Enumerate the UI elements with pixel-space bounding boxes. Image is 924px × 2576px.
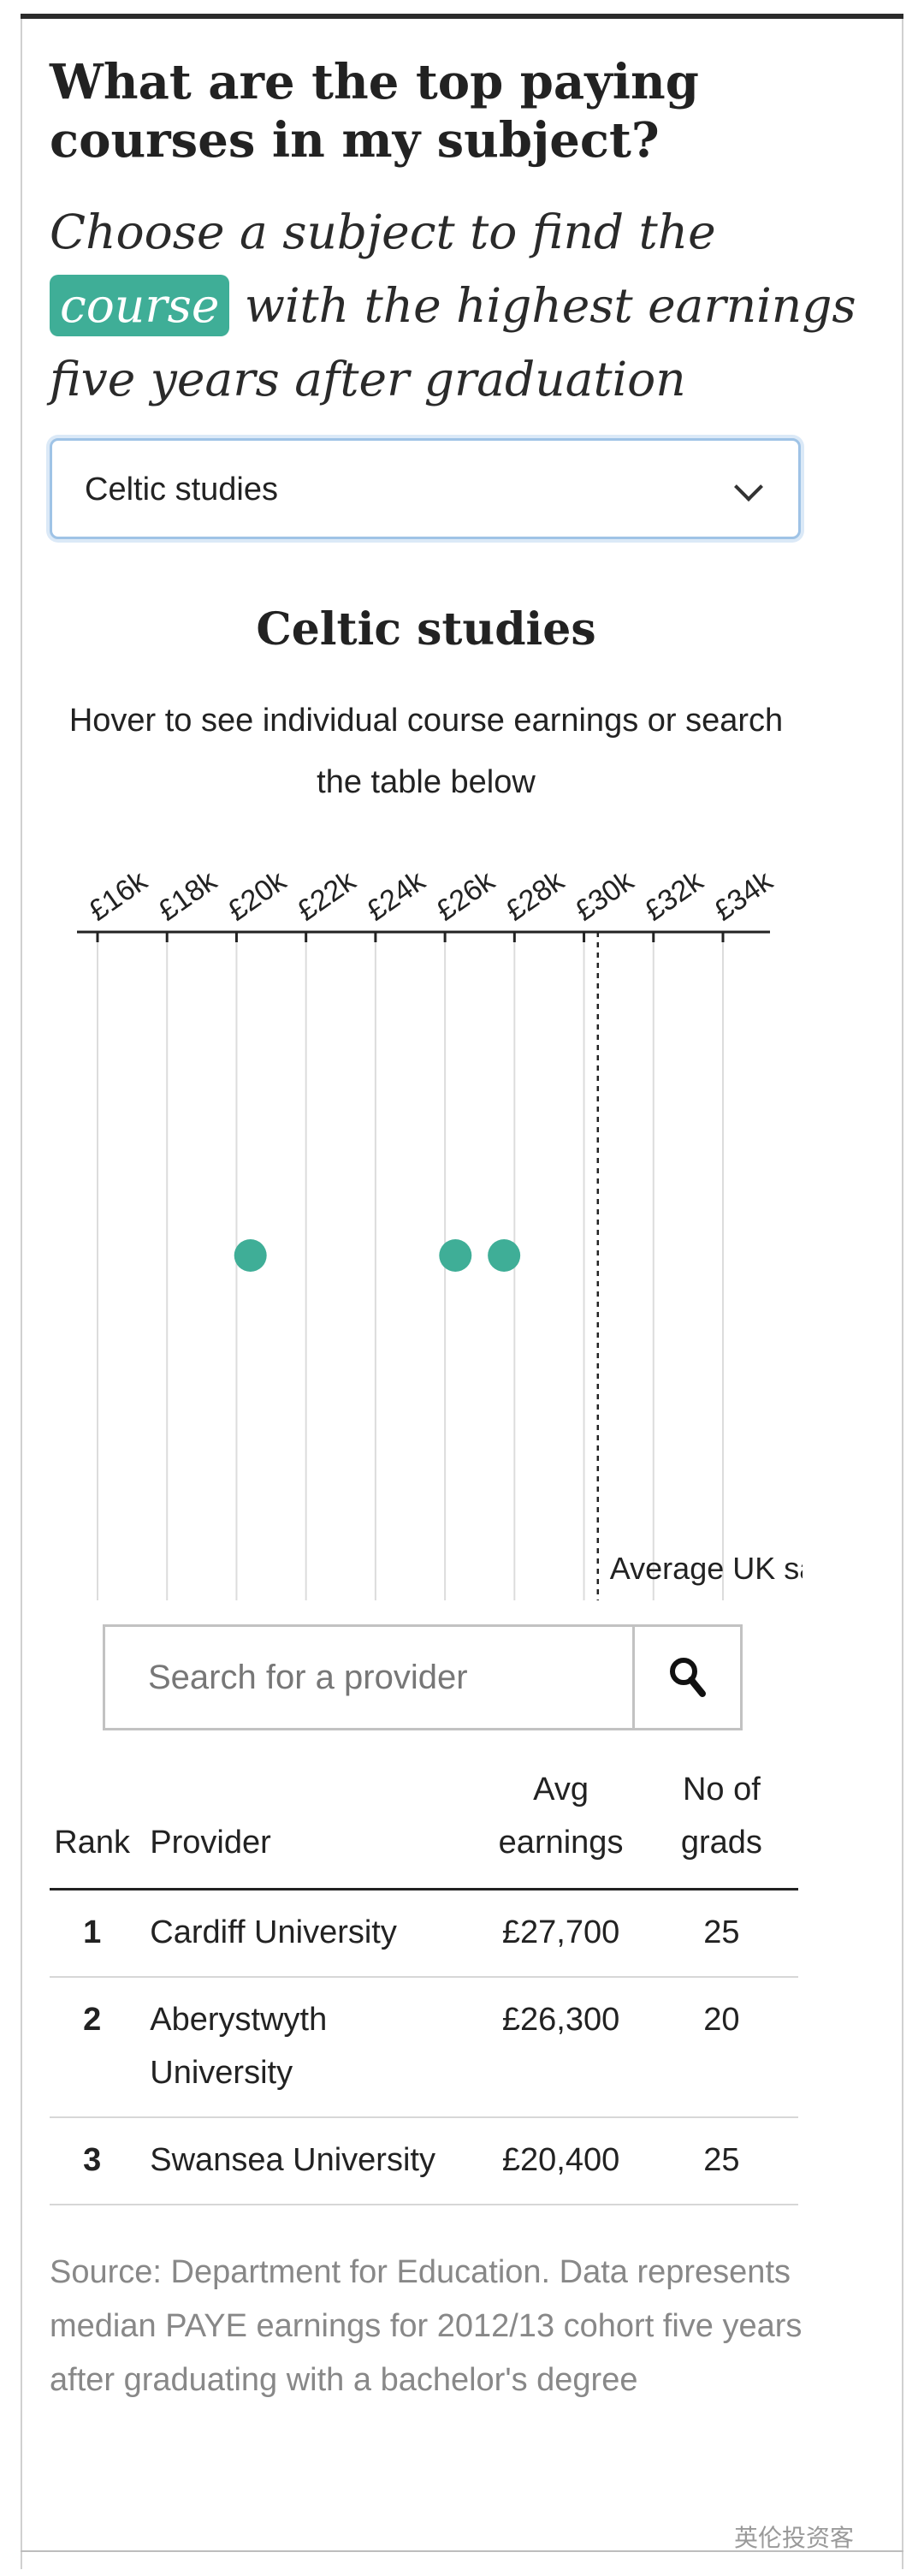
course-earnings-point[interactable] [439,1239,472,1272]
table-row: 1 Cardiff University £27,700 25 [50,1889,798,1978]
x-tick-label: £34k [708,864,779,928]
cell-rank: 1 [50,1889,135,1978]
source-note: Source: Department for Education. Data r… [50,2254,803,2398]
header-rank[interactable]: Rank [50,1763,135,1890]
header-grads[interactable]: No of grads [644,1763,798,1890]
watermark: 英伦投资客 [734,2525,855,2551]
cell-provider: Swansea University [134,2117,477,2205]
average-salary-label: Average UK sa [610,1551,817,1586]
results-table: Rank Provider Avg earnings No of grads 1 C… [50,1763,798,2205]
cell-provider: Aberystwyth University [134,1977,477,2118]
x-tick-label: £16k [83,864,154,928]
search-input[interactable] [105,1627,636,1728]
earnings-chart: £16k £18k £20k £22k £24k £26k £28k £30k £32k £34k… [77,864,817,1600]
header-grads-line1: No of [682,1772,761,1807]
cell-earnings: £20,400 [477,2117,645,2205]
cell-earnings: £26,300 [477,1977,645,2118]
x-tick-label: £22k [291,864,362,928]
header-earnings-line1: Avg [533,1772,589,1807]
x-tick-label: £20k [222,864,293,928]
header-grads-line2: grads [680,1825,762,1861]
cell-earnings: £27,700 [477,1889,645,1978]
header-provider[interactable]: Provider [134,1763,477,1890]
x-tick-label: £28k [500,864,571,928]
cell-grads: 25 [644,1889,798,1978]
x-tick-label: £24k [361,864,432,928]
x-tick-label: £26k [430,864,501,928]
header-earnings-line2: earnings [498,1825,624,1861]
search-icon [669,1658,706,1697]
header-earnings[interactable]: Avg earnings [477,1763,645,1890]
cell-provider: Cardiff University [134,1889,477,1978]
x-tick-label: £18k [152,864,223,928]
cell-grads: 25 [644,2117,798,2205]
cell-grads: 20 [644,1977,798,2118]
course-earnings-point[interactable] [488,1239,521,1272]
cell-rank: 3 [50,2117,135,2205]
search-button[interactable] [632,1627,740,1728]
course-earnings-point[interactable] [234,1239,267,1272]
x-tick-label: £30k [569,864,640,928]
provider-search [103,1624,743,1730]
table-row: 2 Aberystwyth University £26,300 20 [50,1977,798,2118]
table-row: 3 Swansea University £20,400 25 [50,2117,798,2205]
table-header-row: Rank Provider Avg earnings No of grads [50,1763,798,1890]
x-tick-label: £32k [639,864,710,928]
cell-rank: 2 [50,1977,135,2118]
